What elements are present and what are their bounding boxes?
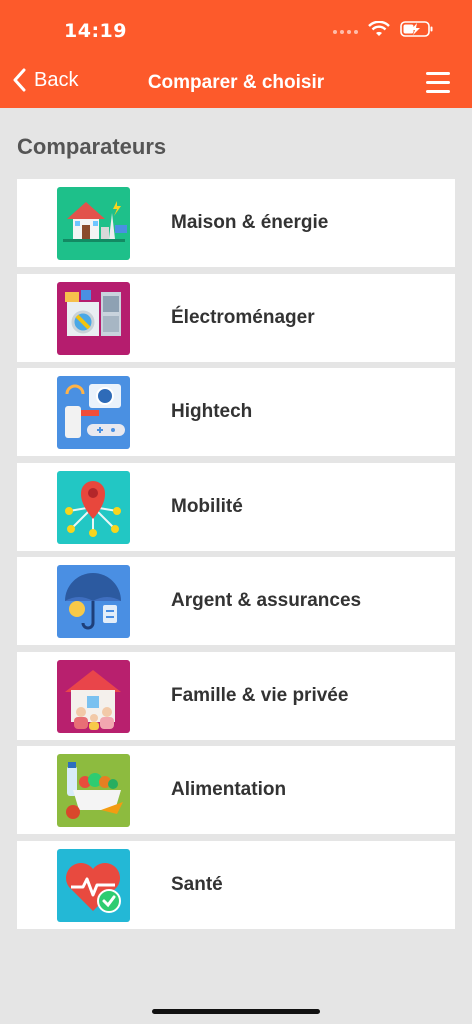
hightech-icon xyxy=(57,376,130,449)
category-item-electromenager[interactable]: Électroménager xyxy=(17,273,455,362)
category-item-sante[interactable]: Santé xyxy=(17,840,455,929)
category-label: Mobilité xyxy=(171,495,243,517)
house-energy-icon xyxy=(57,187,130,260)
hamburger-menu-icon[interactable] xyxy=(426,72,450,94)
umbrella-coin-icon xyxy=(57,565,130,638)
category-label: Famille & vie privée xyxy=(171,684,349,706)
category-item-maison-energie[interactable]: Maison & énergie xyxy=(17,179,455,267)
cellular-signal-icon xyxy=(333,30,358,34)
category-label: Alimentation xyxy=(171,779,287,800)
battery-charging-icon xyxy=(400,21,433,37)
category-label: Hightech xyxy=(171,401,253,422)
category-label: Électroménager xyxy=(171,306,315,328)
category-item-hightech[interactable]: Hightech xyxy=(17,368,455,456)
category-label: Maison & énergie xyxy=(171,212,329,233)
section-title: Comparateurs xyxy=(17,134,167,159)
category-list: Maison & énergie Électroménager Hightech… xyxy=(17,179,455,935)
status-time: 14:19 xyxy=(64,20,127,42)
category-item-argent-assurances[interactable]: Argent & assurances xyxy=(17,557,455,645)
map-pin-network-icon xyxy=(57,470,130,544)
heart-health-icon xyxy=(57,848,130,922)
category-item-mobilite[interactable]: Mobilité xyxy=(17,462,455,551)
family-house-icon xyxy=(57,659,130,733)
category-label: Argent & assurances xyxy=(171,590,362,611)
food-basket-icon xyxy=(57,754,130,827)
category-item-famille-vie-privee[interactable]: Famille & vie privée xyxy=(17,651,455,740)
appliances-icon xyxy=(57,281,130,355)
home-indicator[interactable] xyxy=(152,1009,320,1014)
page-title: Comparer & choisir xyxy=(147,72,325,93)
category-item-alimentation[interactable]: Alimentation xyxy=(17,746,455,834)
wifi-icon xyxy=(368,21,390,36)
status-icons xyxy=(333,20,434,38)
app-header: 14:19 Back Comparer & choisir xyxy=(0,0,472,108)
category-label: Santé xyxy=(171,873,223,895)
